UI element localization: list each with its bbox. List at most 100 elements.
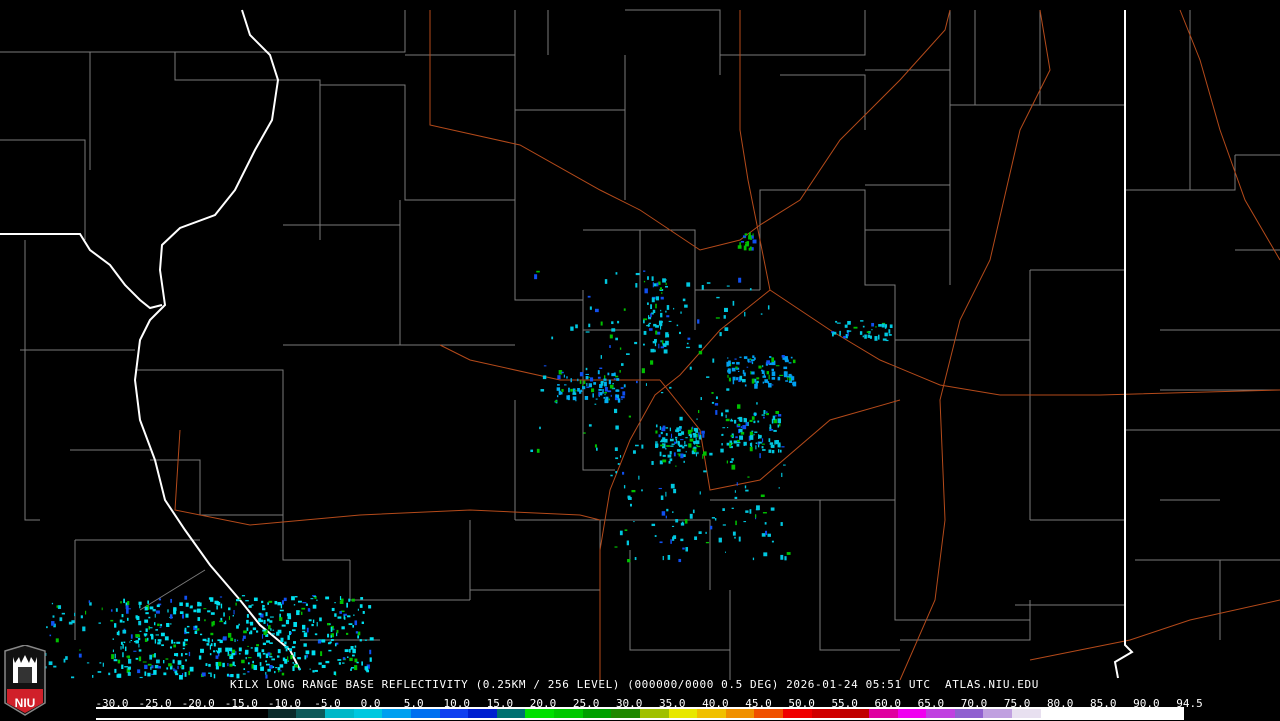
echo-pixel — [716, 296, 720, 299]
echo-pixel — [229, 663, 233, 667]
echo-pixel — [655, 296, 660, 301]
echo-pixel — [660, 309, 662, 312]
echo-pixel — [82, 626, 86, 632]
echo-pixel — [206, 643, 210, 646]
echo-pixel — [310, 598, 314, 600]
echo-pixel — [122, 644, 124, 649]
echo-pixel — [725, 418, 730, 422]
echo-pixel — [339, 611, 342, 614]
echo-pixel — [214, 600, 218, 605]
echo-pixel — [650, 348, 655, 353]
echo-pixel — [762, 381, 765, 384]
echo-pixel — [677, 440, 680, 446]
echo-pixel — [662, 555, 664, 561]
echo-pixel — [688, 443, 692, 448]
radar-map[interactable] — [0, 0, 1280, 720]
colorbar-swatch — [239, 709, 268, 718]
echo-pixel — [753, 412, 757, 416]
echo-pixel — [788, 380, 793, 383]
echo-pixel — [747, 358, 750, 362]
echo-pixel — [755, 445, 757, 450]
colorbar-swatch — [954, 709, 984, 718]
echo-pixel — [51, 602, 54, 605]
echo-pixel — [669, 427, 671, 432]
echo-pixel — [196, 608, 201, 613]
echo-pixel — [139, 676, 143, 679]
echo-pixel — [732, 300, 735, 306]
echo-pixel — [232, 649, 236, 653]
echo-pixel — [118, 630, 120, 636]
echo-pixel — [788, 362, 792, 364]
echo-pixel — [734, 419, 737, 424]
echo-pixel — [258, 612, 262, 616]
echo-pixel — [786, 552, 791, 555]
echo-pixel — [259, 662, 262, 666]
echo-pixel — [232, 661, 235, 666]
echo-pixel — [154, 653, 156, 658]
echo-pixel — [739, 356, 742, 358]
echo-pixel — [743, 521, 747, 523]
echo-pixel — [665, 515, 667, 519]
echo-pixel — [241, 659, 245, 664]
echo-pixel — [740, 240, 745, 243]
echo-pixel — [775, 365, 780, 367]
echo-pixel — [175, 673, 179, 676]
echo-pixel — [756, 380, 759, 384]
echo-pixel — [212, 620, 215, 626]
echo-pixel — [771, 377, 776, 380]
echo-pixel — [570, 378, 572, 383]
echo-pixel — [331, 607, 335, 612]
echo-pixel — [636, 380, 638, 384]
echo-pixel — [364, 666, 369, 670]
echo-pixel — [165, 658, 169, 660]
echo-pixel — [655, 424, 658, 428]
echo-pixel — [697, 319, 700, 324]
colorbar-swatch — [697, 709, 726, 718]
echo-pixel — [49, 634, 52, 637]
echo-pixel — [738, 277, 742, 283]
echo-pixel — [749, 358, 752, 361]
echo-pixel — [714, 403, 719, 406]
echo-pixel — [698, 344, 702, 348]
echo-pixel — [261, 634, 264, 639]
echo-pixel — [250, 647, 253, 649]
echo-pixel — [52, 615, 55, 618]
echo-pixel — [749, 288, 752, 291]
echo-pixel — [266, 640, 270, 643]
echo-pixel — [847, 320, 851, 325]
echo-pixel — [314, 633, 317, 635]
echo-pixel — [220, 617, 223, 621]
echo-pixel — [698, 531, 702, 534]
echo-pixel — [567, 395, 570, 401]
echo-pixel — [114, 668, 117, 673]
echo-pixel — [781, 446, 785, 448]
echo-pixel — [600, 355, 602, 359]
echo-pixel — [706, 282, 711, 284]
echo-pixel — [177, 665, 179, 670]
echo-pixel — [771, 371, 776, 377]
echo-pixel — [591, 388, 595, 393]
echo-pixel — [878, 324, 882, 327]
echo-pixel — [582, 384, 584, 387]
echo-pixel — [84, 610, 87, 615]
echo-pixel — [257, 652, 261, 657]
echo-pixel — [703, 470, 707, 473]
echo-pixel — [126, 617, 129, 621]
echo-pixel — [685, 451, 687, 453]
echo-pixel — [239, 597, 241, 600]
echo-pixel — [194, 625, 198, 628]
echo-pixel — [277, 602, 282, 606]
echo-pixel — [194, 630, 198, 635]
echo-pixel — [55, 638, 59, 643]
colorbar-swatch — [668, 709, 698, 718]
echo-pixel — [559, 391, 563, 395]
echo-pixel — [668, 320, 672, 322]
echo-pixel — [739, 375, 743, 381]
echo-pixel — [643, 330, 647, 335]
echo-pixel — [884, 332, 888, 337]
echo-pixel — [864, 334, 867, 339]
echo-pixel — [706, 376, 710, 378]
echo-pixel — [608, 379, 611, 385]
echo-pixel — [628, 415, 631, 418]
echo-pixel — [135, 634, 140, 637]
